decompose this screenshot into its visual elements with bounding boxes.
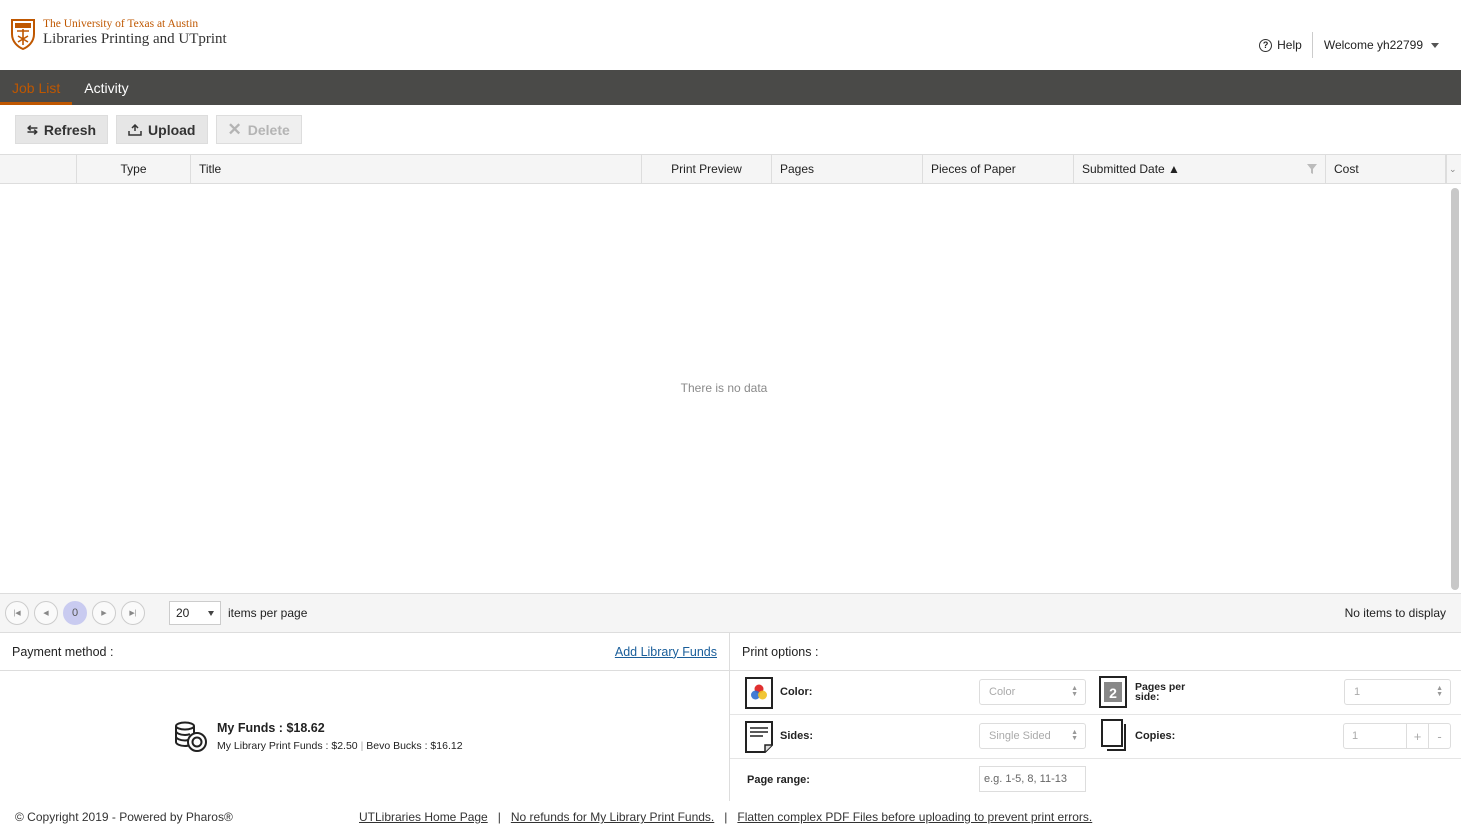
pages-per-side-value: 1 (1354, 686, 1361, 698)
library-print-funds: My Library Print Funds : $2.50 (217, 739, 358, 752)
column-header-print-preview[interactable]: Print Preview (642, 155, 772, 183)
upload-label: Upload (148, 121, 196, 138)
user-menu[interactable]: Welcome yh22799 (1313, 38, 1439, 52)
color-select[interactable]: Color ▲ ▼ (979, 679, 1086, 705)
flatten-pdf-link[interactable]: Flatten complex PDF Files before uploadi… (737, 810, 1092, 824)
help-label: Help (1277, 38, 1302, 52)
sort-arrows-icon: ▲ ▼ (1436, 685, 1443, 698)
ut-libraries-logo[interactable]: The University of Texas at Austin Librar… (10, 18, 227, 50)
items-per-page-label: items per page (228, 606, 308, 620)
libraries-home-link[interactable]: UTLibraries Home Page (359, 810, 488, 824)
footer-separator: | (497, 810, 501, 824)
funds-breakdown: My Library Print Funds : $2.50 | Bevo Bu… (217, 739, 463, 752)
page-range-input[interactable]: e.g. 1-5, 8, 11-13 (979, 766, 1086, 792)
grid-scrollbar[interactable] (1451, 188, 1459, 590)
pager-info: No items to display (1344, 606, 1446, 620)
color-label: Color: (780, 686, 813, 698)
column-menu-toggle[interactable]: ⌄ (1446, 155, 1461, 183)
refresh-icon: ⇆ (27, 121, 38, 137)
pages-per-side-icon: 2 (1099, 676, 1127, 708)
upload-button[interactable]: Upload (116, 115, 208, 144)
chevron-down-icon (1431, 42, 1439, 48)
options-row-color: Color: Color ▲ ▼ 2 Pages per side: 1 ▲ ▼ (730, 671, 1461, 715)
footer-separator: | (724, 810, 728, 824)
refunds-policy-link[interactable]: No refunds for My Library Print Funds. (511, 810, 714, 824)
sort-arrows-icon: ▲ ▼ (1071, 685, 1078, 698)
copies-stepper[interactable]: 1 + - (1343, 723, 1451, 749)
logo-university-name: The University of Texas at Austin (43, 18, 199, 30)
copies-icon (1101, 719, 1126, 751)
page-size-value: 20 (176, 606, 190, 620)
column-header-select[interactable] (0, 155, 77, 183)
color-select-value: Color (989, 686, 1016, 698)
main-nav: Job List Activity (0, 70, 1461, 105)
tab-activity[interactable]: Activity (72, 70, 140, 105)
svg-text:2: 2 (1109, 685, 1117, 701)
close-icon: ✕ (227, 119, 242, 139)
current-page-indicator[interactable]: 0 (63, 601, 87, 625)
page-size-select[interactable]: 20 (169, 601, 221, 625)
first-page-button[interactable]: |◀ (5, 601, 29, 625)
sides-label: Sides: (780, 730, 814, 742)
chevron-down-icon: ⌄ (1449, 163, 1457, 174)
page-footer: © Copyright 2019 - Powered by Pharos® UT… (0, 803, 1461, 831)
logo-app-name: Libraries Printing and UTprint (43, 31, 227, 47)
ut-shield-icon (11, 19, 35, 50)
copies-value: 1 (1352, 730, 1359, 742)
submitted-date-label: Submitted Date ▲ (1082, 162, 1180, 176)
color-icon (745, 677, 773, 709)
column-header-type[interactable]: Type (77, 155, 191, 183)
welcome-label: Welcome yh22799 (1323, 38, 1423, 52)
options-row-page-range: Page range: e.g. 1-5, 8, 11-13 (730, 759, 1461, 803)
tab-job-list[interactable]: Job List (0, 70, 73, 105)
increment-copies-button[interactable]: + (1406, 724, 1428, 748)
print-options-title: Print options : (742, 644, 819, 659)
refresh-label: Refresh (43, 121, 97, 138)
pages-per-side-label: Pages per side: (1135, 681, 1186, 703)
copyright-text: © Copyright 2019 - Powered by Pharos® (15, 810, 233, 824)
decrement-copies-button[interactable]: - (1428, 724, 1450, 748)
prev-page-button[interactable]: ◀ (34, 601, 58, 625)
empty-grid-message: There is no data (680, 381, 768, 395)
refresh-button[interactable]: ⇆ Refresh (15, 115, 109, 144)
sort-arrows-icon: ▲ ▼ (1071, 729, 1078, 742)
next-page-button[interactable]: ▶ (92, 601, 116, 625)
print-options-panel: Print options : Color: Color ▲ ▼ 2 Pages … (730, 633, 1461, 801)
chevron-down-icon (208, 610, 214, 616)
copies-label: Copies: (1135, 730, 1176, 742)
upload-icon (128, 123, 142, 136)
funds-summary: My Funds : $18.62 My Library Print Funds… (173, 719, 463, 753)
column-header-submitted-date[interactable]: Submitted Date ▲ (1074, 155, 1326, 183)
column-header-cost[interactable]: Cost (1326, 155, 1446, 183)
help-link[interactable]: ? Help (1259, 32, 1313, 58)
column-header-pieces-of-paper[interactable]: Pieces of Paper (923, 155, 1074, 183)
options-row-sides: Sides: Single Sided ▲ ▼ Copies: 1 + - (730, 715, 1461, 759)
app-header: The University of Texas at Austin Librar… (0, 0, 1461, 70)
bevo-bucks-funds: Bevo Bucks : $16.12 (366, 739, 463, 752)
sides-icon (745, 721, 773, 753)
sides-select-value: Single Sided (989, 730, 1051, 742)
delete-label: Delete (247, 121, 290, 138)
add-library-funds-link[interactable]: Add Library Funds (615, 645, 717, 659)
column-header-title[interactable]: Title (191, 155, 642, 183)
column-header-pages[interactable]: Pages (772, 155, 923, 183)
job-toolbar: ⇆ Refresh Upload ✕ Delete (15, 115, 302, 144)
job-grid-body: There is no data (0, 184, 1461, 593)
page-range-label: Page range: (747, 774, 810, 786)
sides-select[interactable]: Single Sided ▲ ▼ (979, 723, 1086, 749)
help-icon: ? (1259, 38, 1273, 52)
payment-method-title: Payment method : (12, 644, 114, 659)
pages-per-side-select[interactable]: 1 ▲ ▼ (1344, 679, 1451, 705)
payment-panel: Payment method : Add Library Funds My Fu… (0, 633, 730, 801)
grid-pager: |◀ ◀ 0 ▶ ▶| 20 items per page No items t… (0, 593, 1461, 633)
job-grid-header: Type Title Print Preview Pages Pieces of… (0, 154, 1461, 184)
my-funds-total: My Funds : $18.62 (217, 720, 325, 735)
page-range-placeholder: e.g. 1-5, 8, 11-13 (984, 773, 1067, 785)
last-page-button[interactable]: ▶| (121, 601, 145, 625)
delete-button[interactable]: ✕ Delete (215, 115, 302, 144)
coins-icon (175, 721, 207, 752)
filter-icon[interactable] (1307, 164, 1317, 174)
